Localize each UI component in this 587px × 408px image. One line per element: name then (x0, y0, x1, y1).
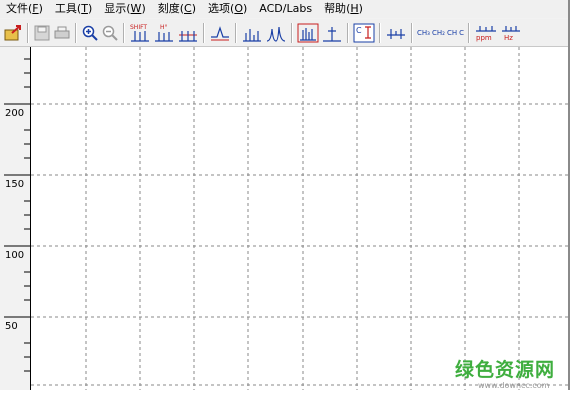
toolbar-separator (123, 22, 125, 43)
zoom-out-icon (102, 25, 118, 41)
ch2-button[interactable]: CH₂ (432, 22, 445, 44)
hz-icon: Hz (501, 25, 520, 42)
baseline-button[interactable] (385, 22, 407, 44)
multiplet-icon (297, 23, 319, 42)
h-spectrum-button[interactable]: H° (153, 22, 175, 44)
c-button[interactable]: C (459, 22, 464, 44)
ppm-icon: ppm (475, 25, 496, 42)
toolbar-separator (379, 22, 381, 43)
toolbar-separator (27, 22, 29, 43)
peak-range-icon (179, 30, 197, 42)
grid-lines (31, 47, 568, 390)
shift-spectrum-icon: SHIFT (130, 24, 149, 42)
watermark-text: 绿色资源网 (455, 359, 556, 381)
toolbar-separator (411, 22, 413, 43)
open-button[interactable] (3, 22, 23, 44)
open-folder-icon (4, 24, 21, 40)
menu-view[interactable]: 显示(W) (98, 0, 151, 18)
hz-label: Hz (504, 34, 513, 42)
c-label: C (356, 26, 362, 35)
plot-grid[interactable] (31, 47, 568, 390)
y-axis: 200 150 100 50 (0, 47, 31, 390)
c-toggle-icon: C (353, 23, 375, 42)
toolbar-separator (467, 22, 470, 43)
toolbar-separator (235, 22, 237, 43)
baseline-icon (387, 28, 405, 39)
ch-button[interactable]: CH (447, 22, 457, 44)
curve-spectrum-button[interactable] (265, 22, 287, 44)
peak-shape-button[interactable] (209, 22, 231, 44)
menu-acdlabs[interactable]: ACD/Labs (253, 0, 318, 18)
h-label: H° (160, 24, 168, 31)
integral-button[interactable] (321, 22, 343, 44)
peak-shape-icon (211, 25, 229, 40)
toolbar: SHIFT H° C CH₃ CH₂ CH C ppm Hz (0, 19, 568, 47)
h-spectrum-icon: H° (155, 24, 173, 42)
toolbar-separator (347, 22, 349, 43)
ppm-label: ppm (476, 34, 492, 42)
multiplet-button[interactable] (297, 22, 319, 44)
printer-icon (54, 26, 70, 38)
zoom-out-button[interactable] (101, 22, 119, 44)
spectrum-plot[interactable]: 200 150 100 50 (0, 47, 568, 390)
menu-file[interactable]: 文件(F) (0, 0, 49, 18)
zoom-in-button[interactable] (81, 22, 99, 44)
toolbar-separator (203, 22, 205, 43)
shift-label: SHIFT (130, 24, 147, 31)
integral-icon (323, 26, 341, 42)
toolbar-separator (75, 22, 77, 43)
menu-tools[interactable]: 工具(T) (49, 0, 98, 18)
curve-spectrum-icon (266, 26, 286, 42)
menu-scale[interactable]: 刻度(C) (152, 0, 202, 18)
y-axis-ticks (4, 58, 30, 372)
menu-bar: 文件(F) 工具(T) 显示(W) 刻度(C) 选项(O) ACD/Labs 帮… (0, 0, 568, 18)
app-window: 文件(F) 工具(T) 显示(W) 刻度(C) 选项(O) ACD/Labs 帮… (0, 0, 570, 390)
peak-range-button[interactable] (177, 22, 199, 44)
menu-options[interactable]: 选项(O) (202, 0, 253, 18)
stick-spectrum-icon (243, 28, 261, 42)
menu-help[interactable]: 帮助(H) (318, 0, 369, 18)
save-button[interactable] (33, 22, 51, 44)
ppm-button[interactable]: ppm (474, 22, 498, 44)
ch3-button[interactable]: CH₃ (417, 22, 430, 44)
c-toggle-button[interactable]: C (353, 22, 375, 44)
stick-spectrum-button[interactable] (241, 22, 263, 44)
shift-button[interactable]: SHIFT (129, 22, 151, 44)
zoom-in-icon (82, 25, 98, 41)
save-disk-icon (34, 25, 50, 40)
hz-button[interactable]: Hz (500, 22, 522, 44)
watermark-url: www.downcc.com (478, 381, 550, 390)
print-button[interactable] (53, 22, 71, 44)
toolbar-separator (291, 22, 293, 43)
